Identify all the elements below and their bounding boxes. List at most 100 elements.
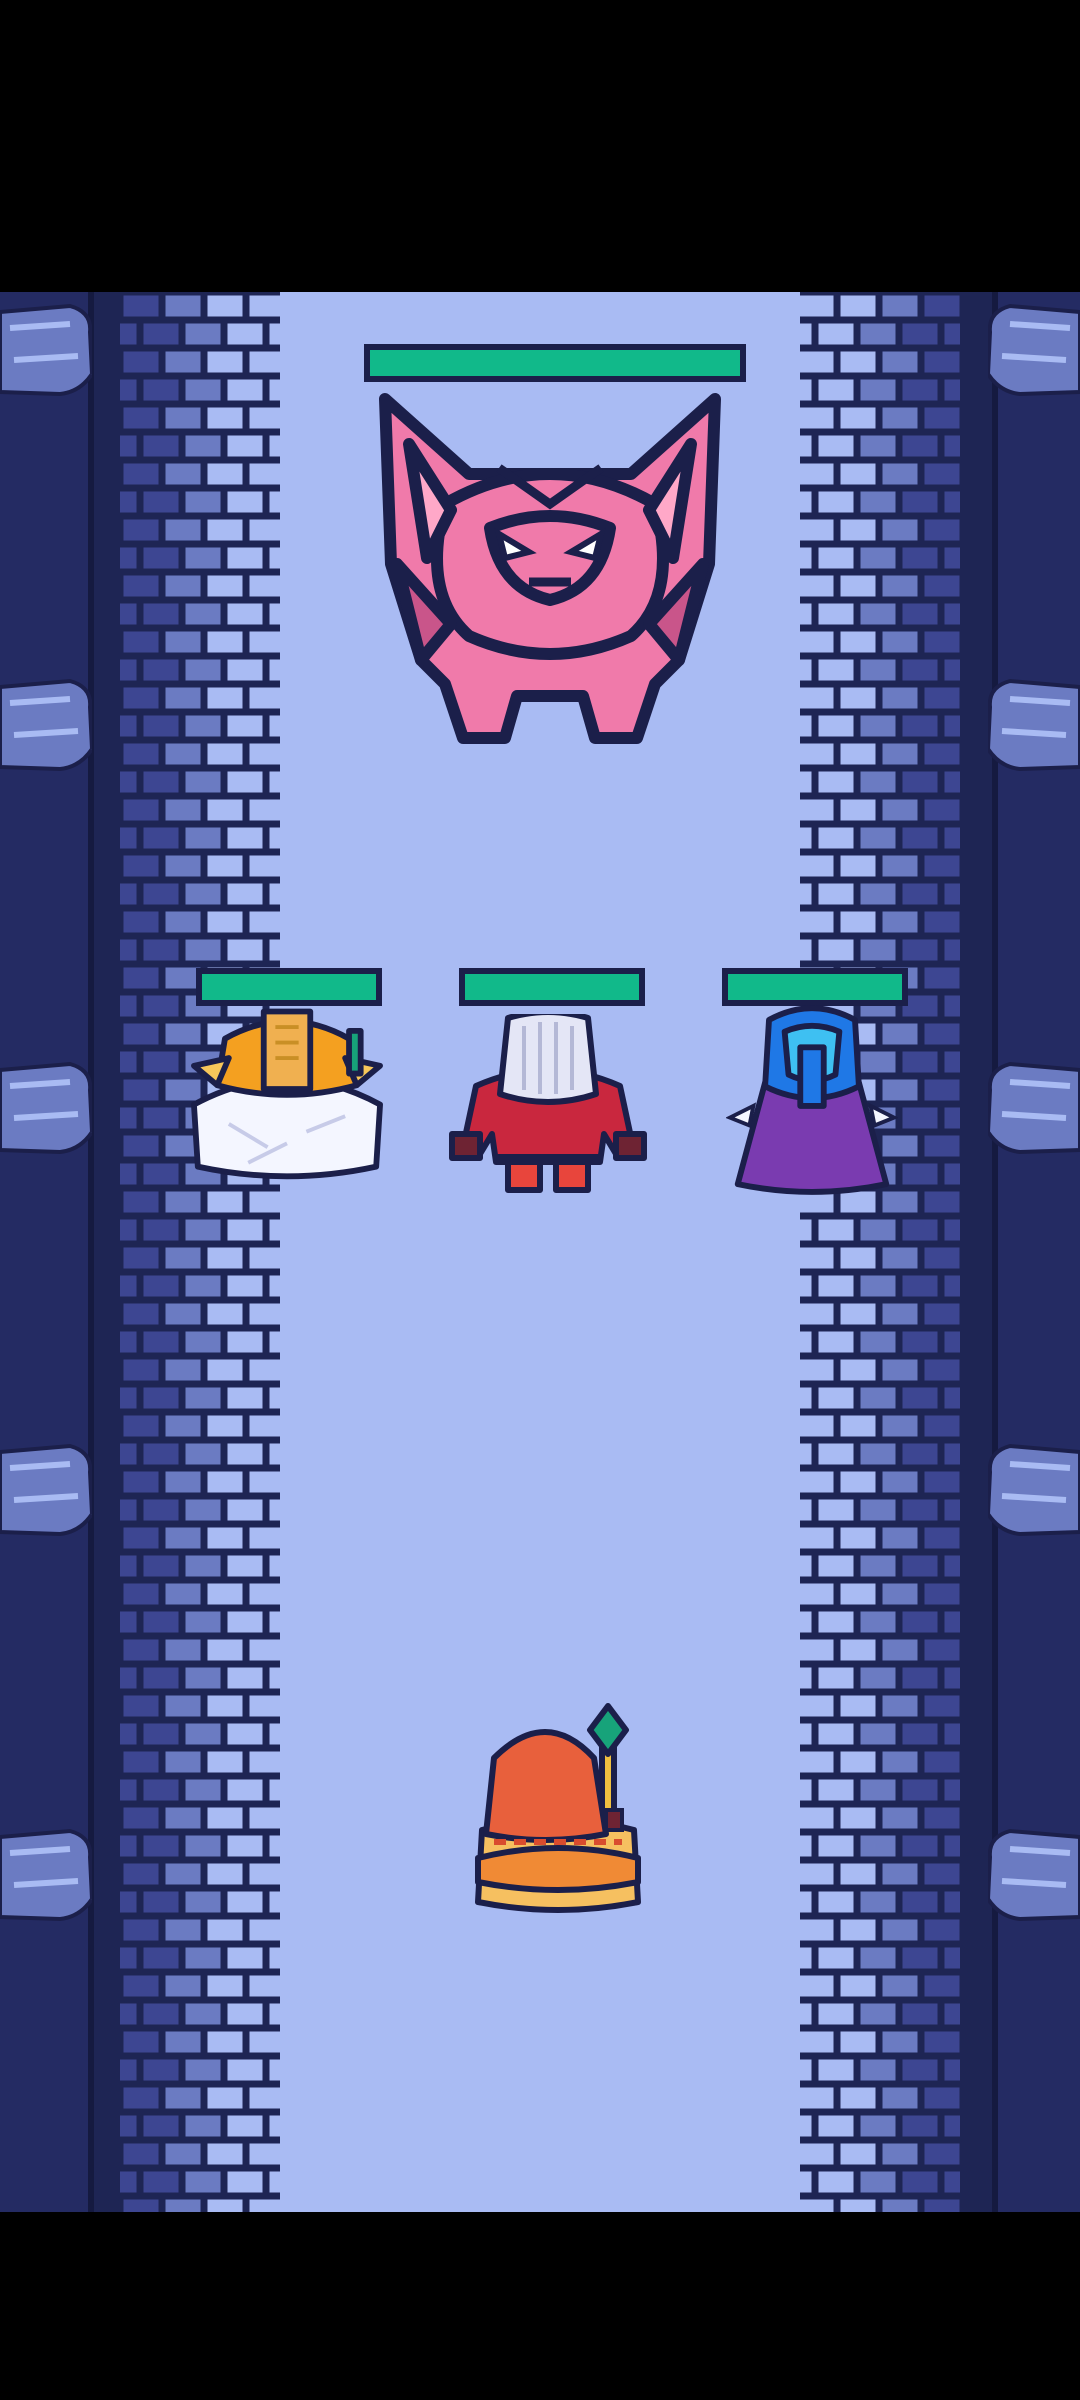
wall-brick (162, 1356, 204, 1384)
wall-brick (162, 516, 204, 544)
wall-brick (941, 1272, 960, 1300)
wall-brick (120, 2000, 140, 2028)
wall-brick (921, 2196, 960, 2212)
wall-brick (815, 936, 857, 964)
wall-brick (140, 1048, 182, 1076)
wall-brick (120, 292, 162, 320)
wall-brick (140, 1328, 182, 1356)
wall-brick (162, 684, 204, 712)
wall-brick (182, 1944, 224, 1972)
wall-brick (120, 1748, 162, 1776)
wall-brick (837, 2028, 879, 2056)
wall-brick (162, 1412, 204, 1440)
wall-brick (162, 2196, 204, 2212)
wall-brick (815, 1776, 857, 1804)
wall-brick (837, 1300, 879, 1328)
wall-brick (140, 432, 182, 460)
wall-brick (857, 1664, 899, 1692)
wall-brick (921, 1244, 960, 1272)
wall-brick (182, 1552, 224, 1580)
wall-brick (795, 740, 837, 768)
wall-brick (921, 964, 960, 992)
wall-brick (162, 796, 204, 824)
wall-brick (921, 1132, 960, 1160)
wall-brick (921, 1020, 960, 1048)
wall-brick (857, 1832, 899, 1860)
wall-brick (837, 1860, 879, 1888)
wall-brick (182, 1832, 224, 1860)
wall-brick (140, 1720, 182, 1748)
wall-brick (162, 1300, 204, 1328)
wall-brick (857, 1888, 899, 1916)
wall-brick (120, 516, 162, 544)
wall-brick (837, 740, 879, 768)
wall-brick (941, 1440, 960, 1468)
wall-brick (879, 460, 921, 488)
wall-brick (120, 1664, 140, 1692)
wall-brick (837, 1692, 879, 1720)
wall-brick (815, 2000, 857, 2028)
wall-brick (899, 1384, 941, 1412)
wall-brick (921, 1524, 960, 1552)
wall-brick (941, 1944, 960, 1972)
wall-brick (837, 404, 879, 432)
party-hp-bar-warrior (459, 968, 645, 1006)
wall-brick (857, 600, 899, 628)
wall-brick (120, 1888, 140, 1916)
wall-brick (857, 768, 899, 796)
wall-brick (140, 1440, 182, 1468)
wall-brick (224, 656, 266, 684)
wall-brick (941, 768, 960, 796)
left-brick-wall (120, 292, 285, 2212)
wall-brick (879, 1636, 921, 1664)
wall-brick (941, 656, 960, 684)
wall-brick (837, 1804, 879, 1832)
wall-brick (795, 1356, 837, 1384)
wall-brick (182, 1776, 224, 1804)
party-mage-icon[interactable] (726, 1004, 898, 1200)
wall-brick (224, 1720, 266, 1748)
party-monk-icon[interactable] (190, 996, 384, 1186)
wall-brick (941, 2168, 960, 2196)
wall-brick (857, 488, 899, 516)
wall-brick (837, 1636, 879, 1664)
wall-brick (162, 1860, 204, 1888)
wall-brick (204, 2028, 246, 2056)
wall-brick (921, 1188, 960, 1216)
wall-brick (815, 1328, 857, 1356)
wall-brick (182, 2000, 224, 2028)
wall-brick (162, 1636, 204, 1664)
party-warrior-icon[interactable] (448, 1014, 648, 1198)
wall-brick (182, 768, 224, 796)
wall-brick (120, 2196, 162, 2212)
wall-brick (837, 516, 879, 544)
wall-brick (795, 1804, 837, 1832)
wall-brick (815, 1440, 857, 1468)
wall-brick (899, 1832, 941, 1860)
wall-brick (120, 1804, 162, 1832)
wall-brick (162, 460, 204, 488)
wall-brick (815, 712, 857, 740)
wall-brick (899, 1496, 941, 1524)
wall-brick (795, 2140, 837, 2168)
wall-brick (921, 740, 960, 768)
wall-brick (204, 572, 246, 600)
wall-brick (837, 1748, 879, 1776)
wall-brick (120, 1328, 140, 1356)
wall-brick (815, 1832, 857, 1860)
boss-demon-icon[interactable] (355, 384, 745, 774)
wall-brick (120, 1972, 162, 2000)
wall-brick (921, 1804, 960, 1832)
wall-brick (795, 572, 837, 600)
wall-brick (815, 1888, 857, 1916)
player-wizard-icon[interactable] (466, 1702, 650, 1916)
wall-brick (941, 376, 960, 404)
wall-brick (857, 656, 899, 684)
wall-brick (941, 1776, 960, 1804)
wall-brick (182, 936, 224, 964)
wall-brick (837, 2196, 879, 2212)
wall-brick (182, 544, 224, 572)
top-letterbox (0, 0, 1080, 292)
wall-brick (921, 348, 960, 376)
wall-brick (140, 1160, 182, 1188)
